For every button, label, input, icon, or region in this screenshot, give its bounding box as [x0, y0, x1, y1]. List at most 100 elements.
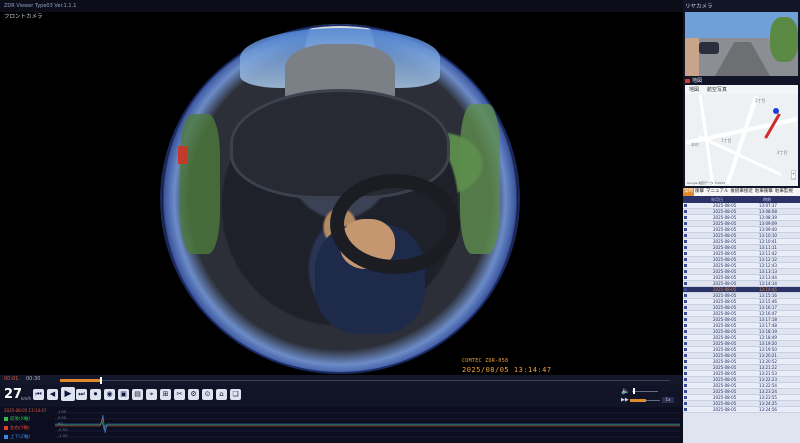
- legend-entry[interactable]: 前後(X軸): [4, 416, 30, 422]
- row-date: 2025-08-05: [713, 203, 737, 208]
- row-time: 13:23:24: [759, 389, 777, 394]
- front-camera-view[interactable]: COMTEC ZDR-058 2025/08/05 13:14:47: [0, 22, 683, 375]
- category-tab-3[interactable]: 後続車接近: [729, 188, 754, 196]
- category-tab-4[interactable]: 駐車衝撃: [754, 188, 774, 196]
- row-time: 13:11:11: [759, 245, 777, 250]
- control-button-13[interactable]: ⌂: [216, 389, 227, 400]
- row-checkbox[interactable]: [684, 258, 687, 261]
- map-tabs: 地図 航空写真: [685, 85, 798, 95]
- row-checkbox[interactable]: [684, 402, 687, 405]
- row-checkbox[interactable]: [684, 324, 687, 327]
- row-time: 13:24:25: [759, 401, 777, 406]
- row-checkbox[interactable]: [684, 372, 687, 375]
- row-checkbox[interactable]: [684, 306, 687, 309]
- control-button-0[interactable]: ⏮: [33, 389, 44, 400]
- volume-icon[interactable]: 🔈: [621, 387, 630, 395]
- row-checkbox[interactable]: [684, 204, 687, 207]
- map-view[interactable]: 2丁目 1丁目 4丁目 本町 + − Google 地図データ ©2025: [685, 94, 798, 186]
- control-button-8[interactable]: ⌖: [146, 389, 157, 400]
- row-checkbox[interactable]: [684, 366, 687, 369]
- control-button-6[interactable]: ▣: [118, 389, 129, 400]
- row-checkbox[interactable]: [684, 264, 687, 267]
- location-pin-icon: [773, 108, 779, 114]
- row-time: 13:16:47: [759, 311, 777, 316]
- row-checkbox[interactable]: [684, 240, 687, 243]
- row-checkbox[interactable]: [684, 384, 687, 387]
- row-checkbox[interactable]: [684, 342, 687, 345]
- legend-swatch: [4, 425, 8, 430]
- row-checkbox[interactable]: [684, 318, 687, 321]
- legend-entry[interactable]: 左右(Y軸): [4, 425, 30, 431]
- control-button-5[interactable]: ◉: [104, 389, 115, 400]
- row-checkbox[interactable]: [684, 234, 687, 237]
- control-button-10[interactable]: ✂: [174, 389, 185, 400]
- row-checkbox[interactable]: [684, 348, 687, 351]
- control-button-7[interactable]: ▤: [132, 389, 143, 400]
- row-time: 13:19:20: [759, 341, 777, 346]
- row-checkbox[interactable]: [684, 294, 687, 297]
- series-x-axis: [55, 420, 680, 430]
- file-list-header: 年月日 時刻: [683, 196, 800, 203]
- row-checkbox[interactable]: [684, 246, 687, 249]
- control-button-12[interactable]: ⊙: [202, 389, 213, 400]
- control-button-11[interactable]: ⚙: [188, 389, 199, 400]
- volume-track[interactable]: [632, 391, 658, 392]
- category-tab-2[interactable]: マニュアル: [705, 188, 729, 196]
- row-checkbox[interactable]: [684, 276, 687, 279]
- seek-track[interactable]: [60, 380, 670, 381]
- row-date: 2025-08-05: [713, 353, 737, 358]
- graph-plot[interactable]: [55, 409, 680, 441]
- row-date: 2025-08-05: [713, 401, 737, 406]
- category-tab-5[interactable]: 駐車監視: [774, 188, 794, 196]
- series-z-axis: [55, 414, 680, 434]
- control-button-2[interactable]: ▶: [61, 387, 75, 401]
- control-button-1[interactable]: ◀: [47, 389, 58, 400]
- row-checkbox[interactable]: [684, 270, 687, 273]
- row-date: 2025-08-05: [713, 215, 737, 220]
- row-checkbox[interactable]: [684, 360, 687, 363]
- row-checkbox[interactable]: [684, 252, 687, 255]
- row-checkbox[interactable]: [684, 312, 687, 315]
- row-checkbox[interactable]: [684, 330, 687, 333]
- seek-handle[interactable]: [100, 377, 102, 384]
- timeline-total: 00:30: [26, 376, 41, 382]
- row-checkbox[interactable]: [684, 282, 687, 285]
- control-button-3[interactable]: ⏭: [76, 389, 87, 400]
- row-checkbox[interactable]: [684, 288, 687, 291]
- row-checkbox[interactable]: [684, 408, 687, 411]
- row-time: 13:15:16: [759, 293, 777, 298]
- category-tab-1[interactable]: 衝撃: [694, 188, 705, 196]
- timeline-bar[interactable]: 00:01 00:30: [0, 375, 683, 385]
- row-date: 2025-08-05: [713, 305, 737, 310]
- map-header-label: 地図: [692, 78, 703, 84]
- rear-wall: [685, 38, 699, 76]
- row-checkbox[interactable]: [684, 354, 687, 357]
- volume-handle[interactable]: [633, 388, 635, 394]
- table-row[interactable]: 2025-08-05 13:24:56: [683, 407, 800, 413]
- category-tab-0[interactable]: 常時: [683, 188, 694, 196]
- row-checkbox[interactable]: [684, 336, 687, 339]
- row-checkbox[interactable]: [684, 228, 687, 231]
- legend-entry[interactable]: 上下(Z軸): [4, 434, 30, 440]
- map-header: 地図: [685, 77, 702, 84]
- control-button-4[interactable]: ⏺: [90, 389, 101, 400]
- rate-value[interactable]: 1x: [662, 397, 674, 403]
- row-date: 2025-08-05: [713, 263, 737, 268]
- row-time: 13:09:09: [759, 221, 777, 226]
- rear-camera-view[interactable]: [685, 12, 798, 76]
- row-checkbox[interactable]: [684, 210, 687, 213]
- control-button-14[interactable]: ❏: [230, 389, 241, 400]
- row-checkbox[interactable]: [684, 300, 687, 303]
- row-checkbox[interactable]: [684, 378, 687, 381]
- map-zoom-control[interactable]: + −: [791, 170, 796, 181]
- row-time: 13:07:37: [759, 203, 777, 208]
- row-checkbox[interactable]: [684, 216, 687, 219]
- legend-label: 前後(X軸): [10, 417, 31, 422]
- map-tab-satellite[interactable]: 航空写真: [703, 85, 731, 94]
- control-button-9[interactable]: ⊞: [160, 389, 171, 400]
- row-date: 2025-08-05: [713, 251, 737, 256]
- row-checkbox[interactable]: [684, 222, 687, 225]
- row-checkbox[interactable]: [684, 396, 687, 399]
- fisheye-video-frame: [160, 24, 520, 374]
- row-checkbox[interactable]: [684, 390, 687, 393]
